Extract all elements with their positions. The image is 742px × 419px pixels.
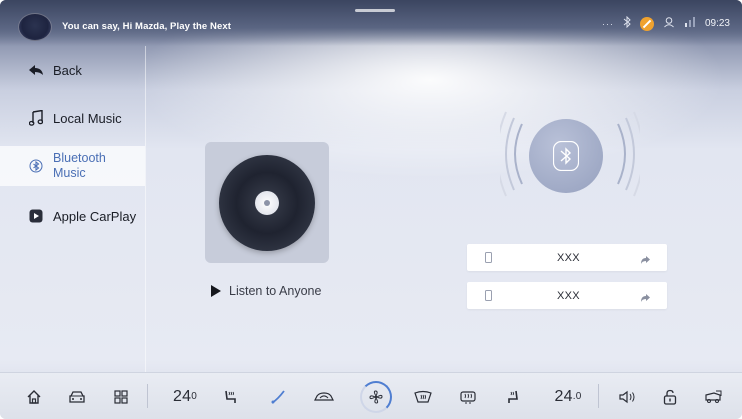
play-icon (211, 285, 221, 297)
signal-icon (684, 17, 696, 31)
seat-vent-icon (508, 390, 518, 403)
more-icon[interactable]: ··· (602, 17, 614, 31)
nav-divider (145, 46, 146, 372)
recirculation-button[interactable] (310, 373, 338, 419)
voice-hint-text: You can say, Hi Mazda, Play the Next (62, 21, 232, 32)
apps-button[interactable] (108, 373, 134, 419)
mute-status-icon (639, 17, 654, 31)
lock-icon (663, 389, 677, 405)
disc-hole (264, 200, 270, 206)
wiper-button[interactable] (266, 373, 290, 419)
album-art[interactable] (205, 142, 329, 263)
bluetooth-icon (28, 158, 44, 174)
wiper-icon (271, 389, 285, 404)
fan-icon (369, 389, 383, 404)
seat-vent-button[interactable] (502, 373, 526, 419)
listen-label: Listen to Anyone (229, 284, 322, 298)
device-row[interactable]: XXX (467, 244, 667, 271)
car-settings-button[interactable] (700, 373, 726, 419)
back-button[interactable]: Back (0, 58, 145, 82)
nav-item-label: Bluetooth Music (53, 151, 106, 180)
bluetooth-status-icon (623, 15, 631, 32)
seat-heat-icon (225, 390, 236, 403)
disc-label (255, 191, 279, 215)
device-name: XXX (557, 251, 580, 264)
car-button[interactable] (64, 373, 90, 419)
nav-item-label: Apple CarPlay (53, 208, 137, 224)
phone-icon (485, 290, 492, 301)
bluetooth-status-circle (529, 119, 603, 193)
user-status-icon (663, 16, 675, 32)
back-arrow-icon (28, 62, 44, 78)
fan-button[interactable] (358, 373, 394, 419)
infotainment-screen: You can say, Hi Mazda, Play the Next ···… (0, 0, 742, 419)
dock-divider (598, 384, 599, 408)
climate-dock: 24 0 24.0 (0, 372, 742, 419)
music-note-icon (28, 110, 44, 126)
carplay-icon (28, 208, 44, 224)
volume-icon (619, 390, 635, 403)
nav-item-label: Local Music (53, 110, 122, 126)
phone-icon (485, 252, 492, 263)
clock: 09:23 (704, 18, 730, 29)
pull-down-handle[interactable] (355, 9, 395, 12)
nav-item-local-music[interactable]: Local Music (0, 106, 145, 130)
driver-temp-decimal: 0 (191, 391, 197, 402)
defrost-rear-icon (460, 390, 476, 404)
defrost-front-button[interactable] (410, 373, 436, 419)
share-arrow-icon[interactable] (640, 290, 651, 308)
device-row[interactable]: XXX (467, 282, 667, 309)
fan-level-ring (360, 380, 392, 413)
car-icon (69, 390, 85, 403)
bluetooth-large-icon (553, 141, 579, 171)
share-arrow-icon[interactable] (640, 252, 651, 270)
defrost-rear-button[interactable] (455, 373, 481, 419)
status-bar: You can say, Hi Mazda, Play the Next ···… (0, 0, 742, 46)
seat-heat-button[interactable] (218, 373, 242, 419)
apps-grid-icon (114, 389, 128, 404)
nav-item-apple-carplay[interactable]: Apple CarPlay (0, 204, 145, 228)
nav-item-bluetooth-music[interactable]: Bluetooth Music (0, 146, 145, 186)
voice-assistant-orb-icon[interactable] (18, 13, 52, 41)
lock-button[interactable] (658, 373, 682, 419)
passenger-temp-value: 24 (554, 387, 573, 405)
volume-button[interactable] (615, 373, 641, 419)
defrost-front-icon (414, 390, 432, 403)
passenger-temperature[interactable]: 24.0 (548, 373, 588, 419)
passenger-temp-decimal: .0 (572, 391, 582, 402)
car-settings-icon (705, 390, 722, 403)
status-icons: ··· 09:23 (602, 15, 730, 32)
recirculation-icon (314, 391, 334, 401)
driver-temp-value: 24 (173, 387, 192, 405)
home-icon (27, 389, 41, 404)
driver-temperature[interactable]: 24 0 (165, 373, 205, 419)
dock-divider (147, 384, 148, 408)
back-label: Back (53, 62, 82, 78)
device-name: XXX (557, 289, 580, 302)
home-button[interactable] (22, 373, 46, 419)
vinyl-disc-icon (219, 155, 315, 251)
listen-to-anyone-button[interactable]: Listen to Anyone (211, 284, 321, 298)
